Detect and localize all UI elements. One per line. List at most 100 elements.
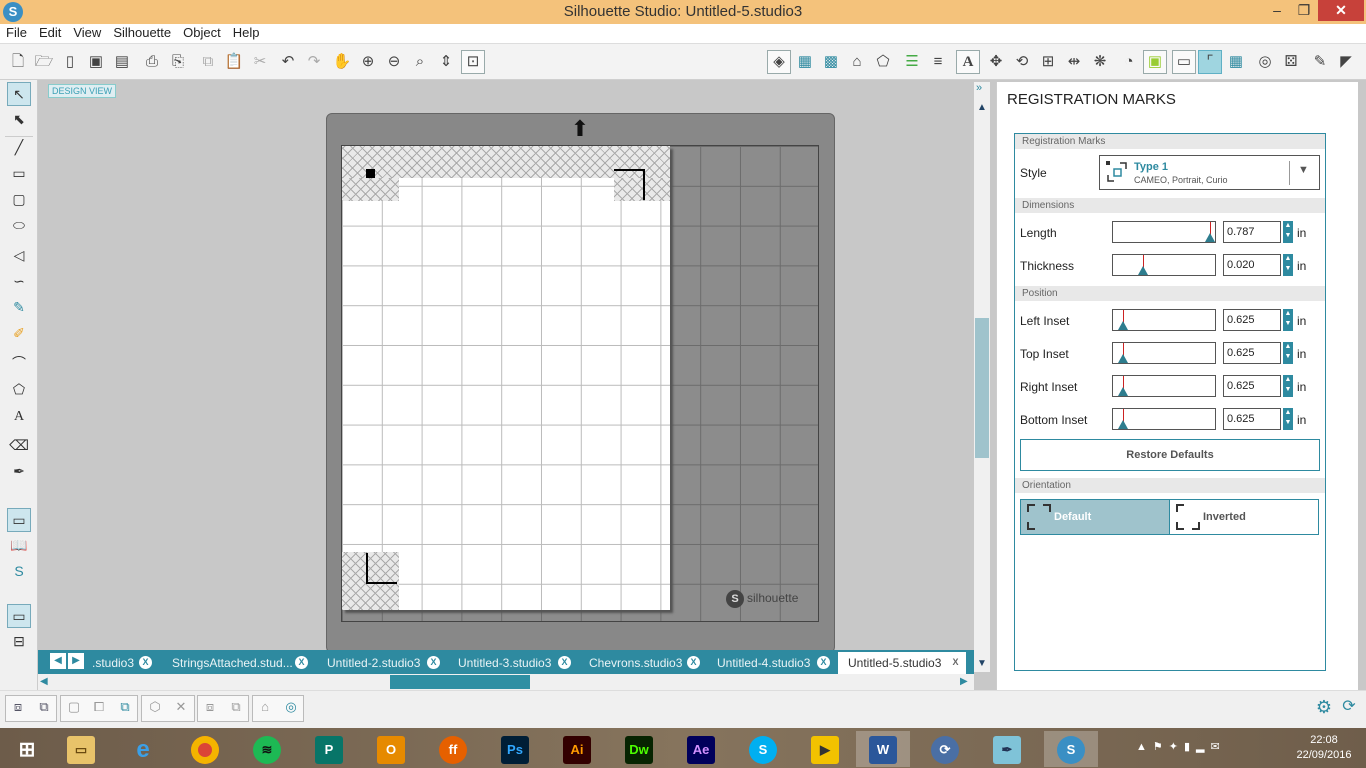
taskbar-publisher[interactable]: P [302, 731, 356, 767]
close-button[interactable]: ✕ [1318, 0, 1364, 21]
ungroup-icon[interactable]: ⧉ [33, 697, 55, 719]
save-icon[interactable]: ▣ [84, 50, 108, 74]
zoom-in-icon[interactable]: ⊕ [356, 50, 380, 74]
taskbar-silhouette-studio[interactable]: S [1044, 731, 1098, 767]
make-compound-icon[interactable]: ▢ [63, 697, 85, 719]
taskbar-file-explorer[interactable]: ▭ [54, 731, 108, 767]
design-page[interactable] [342, 146, 670, 610]
send-to-cutter-icon[interactable]: ◤ [1334, 50, 1358, 74]
collapse-panel-icon[interactable]: » [976, 82, 990, 96]
system-tray-icons[interactable]: ▲⚑✦▮▂✉ [1136, 740, 1226, 753]
rotate-icon[interactable]: ⟲ [1010, 50, 1034, 74]
single-view-icon[interactable]: ▭ [7, 604, 31, 628]
top-inset-stepper[interactable]: ▲ ▼ [1283, 342, 1293, 364]
menu-object[interactable]: Object [177, 24, 227, 42]
slider-handle[interactable] [1118, 354, 1128, 363]
taskbar-skype[interactable]: S [736, 731, 790, 767]
tab-close-icon[interactable]: X [139, 656, 152, 669]
zoom-selection-icon[interactable]: ⌕ [408, 50, 432, 74]
vertical-scrollbar[interactable]: ▲ ▼ [974, 82, 990, 672]
target-icon[interactable]: ◎ [280, 697, 302, 719]
document-tab[interactable]: Chevrons.studio3 X [579, 652, 704, 674]
orientation-default-button[interactable]: Default [1020, 499, 1170, 535]
document-tab[interactable]: Untitled-3.studio3 X [448, 652, 575, 674]
menu-edit[interactable]: Edit [33, 24, 67, 42]
slider-handle[interactable] [1205, 233, 1215, 242]
taskbar-outlook[interactable]: O [364, 731, 418, 767]
registration-marks-icon[interactable]: ⌜ [1198, 50, 1222, 74]
left-inset-slider[interactable] [1112, 309, 1216, 331]
weld-icon[interactable]: ⬡ [144, 697, 166, 719]
bottom-inset-input[interactable]: 0.625 [1223, 408, 1281, 430]
restore-defaults-button[interactable]: Restore Defaults [1020, 439, 1320, 471]
shape-icon[interactable]: ⌂ [254, 697, 276, 719]
taskbar-sync[interactable]: ⟳ [918, 731, 972, 767]
send-backward-icon[interactable]: ⧈ [199, 697, 221, 719]
knife-tool-icon[interactable]: ✒ [7, 460, 31, 484]
tab-close-icon[interactable]: X [687, 656, 700, 669]
top-inset-slider[interactable] [1112, 342, 1216, 364]
library-view-icon[interactable]: 📖 [7, 534, 31, 558]
menu-help[interactable]: Help [227, 24, 266, 42]
tab-close-icon[interactable]: X [295, 656, 308, 669]
undo-icon[interactable]: ↶ [276, 50, 300, 74]
regular-polygon-tool-icon[interactable]: ⬠ [7, 378, 31, 402]
document-tab[interactable]: .studio3 X [86, 652, 156, 674]
replicate-icon[interactable]: ≡ [926, 50, 950, 74]
taskbar-chrome[interactable] [178, 731, 232, 767]
menu-view[interactable]: View [67, 24, 107, 42]
cut-settings-icon[interactable]: ▣ [1143, 50, 1167, 74]
cut-icon[interactable]: ✂ [248, 50, 272, 74]
trace-icon[interactable]: ◔ [1117, 50, 1141, 74]
taskbar-media[interactable]: ▶ [798, 731, 852, 767]
page-setup-icon[interactable]: ▭ [1172, 50, 1196, 74]
taskbar-internet-explorer[interactable]: e [116, 731, 170, 767]
menu-file[interactable]: File [0, 24, 33, 42]
polygon-tool-icon[interactable]: ◁ [7, 244, 31, 268]
horizontal-scroll-thumb[interactable] [390, 675, 530, 689]
slider-handle[interactable] [1138, 266, 1148, 275]
fit-to-page-icon[interactable]: ⊡ [461, 50, 485, 74]
design-page-icon[interactable]: ▭ [7, 508, 31, 532]
left-inset-stepper[interactable]: ▲ ▼ [1283, 309, 1293, 331]
freehand-tool-icon[interactable]: ✎ [7, 296, 31, 320]
tab-close-icon[interactable]: X [558, 656, 571, 669]
transform-icon[interactable]: ✥ [984, 50, 1008, 74]
fill-color-icon[interactable]: ◈ [767, 50, 791, 74]
library-store-icon[interactable]: ⚄ [1279, 50, 1303, 74]
thickness-slider[interactable] [1112, 254, 1216, 276]
slider-handle[interactable] [1118, 387, 1128, 396]
arc-tool-icon[interactable]: ⌒ [7, 352, 31, 376]
right-inset-slider[interactable] [1112, 375, 1216, 397]
thickness-input[interactable]: 0.020 [1223, 254, 1281, 276]
left-inset-input[interactable]: 0.625 [1223, 309, 1281, 331]
send-to-back-icon[interactable]: ⧉ [225, 697, 247, 719]
curve-tool-icon[interactable]: ∽ [7, 270, 31, 294]
mirror-icon[interactable]: ⇹ [1062, 50, 1086, 74]
line-style-icon[interactable]: ⬠ [871, 50, 895, 74]
bottom-inset-slider[interactable] [1112, 408, 1216, 430]
tab-close-icon[interactable]: X [427, 656, 440, 669]
grid-icon[interactable]: ▦ [1224, 50, 1248, 74]
length-input[interactable]: 0.787 [1223, 221, 1281, 243]
select-tool-icon[interactable]: ↖ [7, 82, 31, 106]
sketch-icon[interactable]: ✎ [1308, 50, 1332, 74]
scroll-left-icon[interactable]: ◀ [40, 676, 48, 687]
thickness-stepper[interactable]: ▲ ▼ [1283, 254, 1293, 276]
tab-next-icon[interactable]: ▶ [68, 653, 84, 669]
redo-icon[interactable]: ↷ [302, 50, 326, 74]
fill-pattern-icon[interactable]: ▩ [819, 50, 843, 74]
delete-icon[interactable]: ✕ [170, 697, 192, 719]
start-button[interactable]: ⊞ [0, 731, 54, 767]
tab-close-icon[interactable]: X [949, 656, 962, 669]
group-icon[interactable]: ⧈ [7, 697, 29, 719]
drag-zoom-icon[interactable]: ⇕ [434, 50, 458, 74]
line-color-icon[interactable]: ⌂ [845, 50, 869, 74]
text-tool-icon[interactable]: A [7, 406, 31, 430]
clock[interactable]: 22:08 22/09/2016 [1284, 733, 1364, 763]
slider-handle[interactable] [1118, 321, 1128, 330]
ellipse-tool-icon[interactable]: ⬭ [7, 214, 31, 238]
document-tab[interactable]: StringsAttached.stud... X [162, 652, 312, 674]
save-to-library-icon[interactable]: ▤ [110, 50, 134, 74]
taskbar-after-effects[interactable]: Ae [674, 731, 728, 767]
